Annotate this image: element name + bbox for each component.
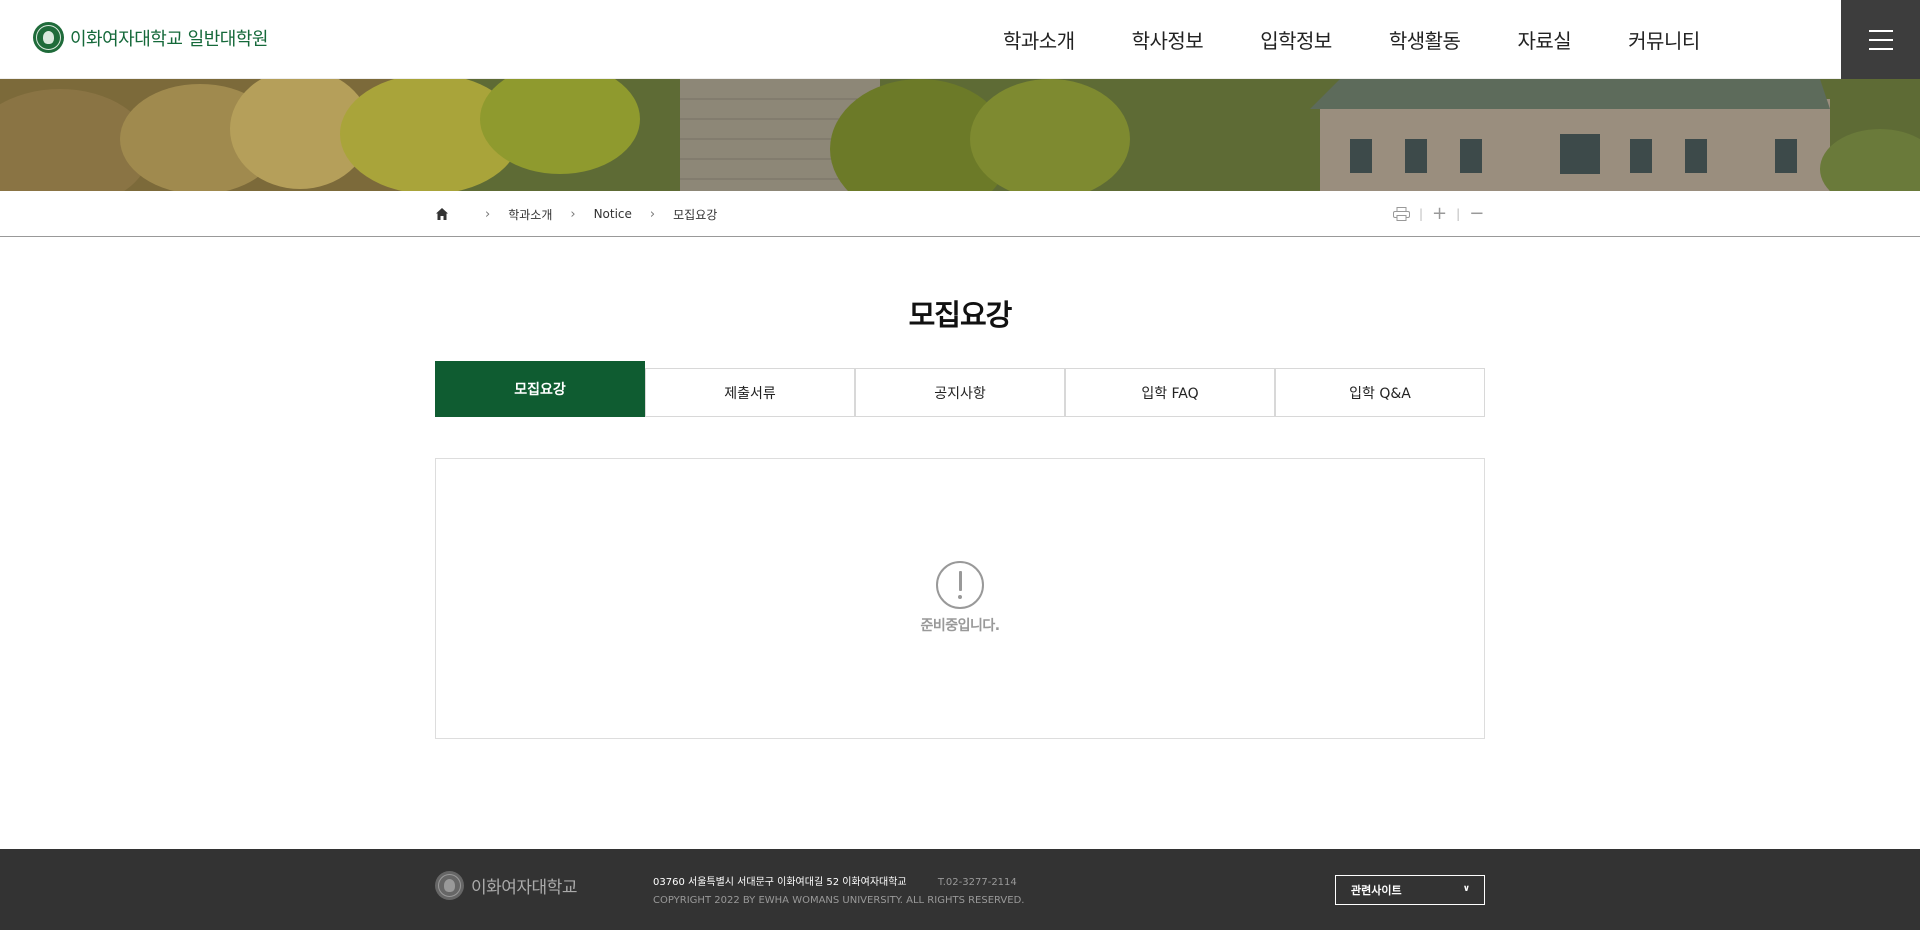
university-seal-icon [435, 871, 464, 900]
zoom-in-button[interactable]: + [1432, 205, 1447, 223]
tab-announcements[interactable]: 공지사항 [855, 368, 1065, 417]
print-icon[interactable] [1393, 207, 1410, 221]
tab-submission-documents[interactable]: 제출서류 [645, 368, 855, 417]
chevron-right-icon: › [649, 206, 656, 222]
breadcrumb-item-notice[interactable]: Notice [594, 207, 632, 221]
footer-info: 03760 서울특별시 서대문구 이화여대길 52 이화여자대학교 T.02-3… [653, 874, 1024, 910]
hamburger-icon [1868, 29, 1893, 32]
empty-state: 준비중입니다. [436, 561, 1484, 635]
exclamation-icon [936, 561, 984, 609]
breadcrumb-item-current[interactable]: 모집요강 [673, 206, 717, 223]
divider: | [1456, 207, 1461, 221]
hamburger-menu-button[interactable] [1841, 0, 1920, 79]
footer-address: 03760 서울특별시 서대문구 이화여대길 52 이화여자대학교 [653, 877, 907, 888]
site-footer: 이화여자대학교 03760 서울특별시 서대문구 이화여대길 52 이화여자대학… [0, 849, 1920, 930]
empty-message: 준비중입니다. [920, 618, 1000, 634]
footer-tel: T.02-3277-2114 [937, 877, 1017, 888]
home-icon[interactable] [435, 207, 449, 221]
nav-item-student-life[interactable]: 학생활동 [1389, 25, 1461, 54]
page-title: 모집요강 [908, 298, 1013, 332]
nav-item-department[interactable]: 학과소개 [1003, 25, 1075, 54]
site-logo[interactable]: 이화여자대학교 일반대학원 [33, 22, 268, 53]
tab-admission-faq[interactable]: 입학 FAQ [1065, 368, 1275, 417]
related-sites-label: 관련사이트 [1351, 884, 1402, 897]
zoom-out-button[interactable]: − [1469, 205, 1484, 223]
hamburger-line [1868, 47, 1893, 50]
campus-banner-image [0, 79, 1920, 191]
nav-item-admission[interactable]: 입학정보 [1260, 25, 1332, 54]
content-panel: 준비중입니다. [435, 458, 1485, 739]
logo-text: 이화여자대학교 일반대학원 [70, 28, 268, 50]
footer-logo: 이화여자대학교 [435, 871, 577, 900]
footer-copyright: COPYRIGHT 2022 BY EWHA WOMANS UNIVERSITY… [653, 895, 1025, 906]
university-seal-icon [33, 22, 64, 53]
chevron-right-icon: › [485, 206, 491, 222]
divider: | [1419, 207, 1424, 221]
nav-item-community[interactable]: 커뮤니티 [1628, 25, 1700, 54]
nav-item-academic[interactable]: 학사정보 [1132, 25, 1204, 54]
footer-logo-text: 이화여자대학교 [471, 878, 577, 898]
tab-admission-qna[interactable]: 입학 Q&A [1275, 368, 1485, 417]
main-nav: 학과소개 학사정보 입학정보 학생활동 자료실 커뮤니티 [1003, 0, 1757, 79]
site-header: 이화여자대학교 일반대학원 학과소개 학사정보 입학정보 학생활동 자료실 커뮤… [0, 0, 1920, 79]
breadcrumb-item-department[interactable]: 학과소개 [508, 206, 552, 223]
chevron-down-icon: ∨ [1462, 884, 1470, 894]
breadcrumb-bar: › 학과소개 › Notice › 모집요강 | + | − [0, 191, 1920, 237]
tab-recruitment-guide[interactable]: 모집요강 [435, 361, 645, 417]
hamburger-line [1868, 38, 1893, 41]
sub-tabs: 모집요강 제출서류 공지사항 입학 FAQ 입학 Q&A [435, 361, 1485, 417]
nav-item-resources[interactable]: 자료실 [1517, 25, 1571, 54]
page-tools: | + | − [1393, 191, 1484, 237]
breadcrumb: › 학과소개 › Notice › 모집요강 [435, 191, 717, 237]
chevron-right-icon: › [570, 206, 576, 222]
related-sites-select[interactable]: 관련사이트 ∨ [1335, 875, 1485, 905]
